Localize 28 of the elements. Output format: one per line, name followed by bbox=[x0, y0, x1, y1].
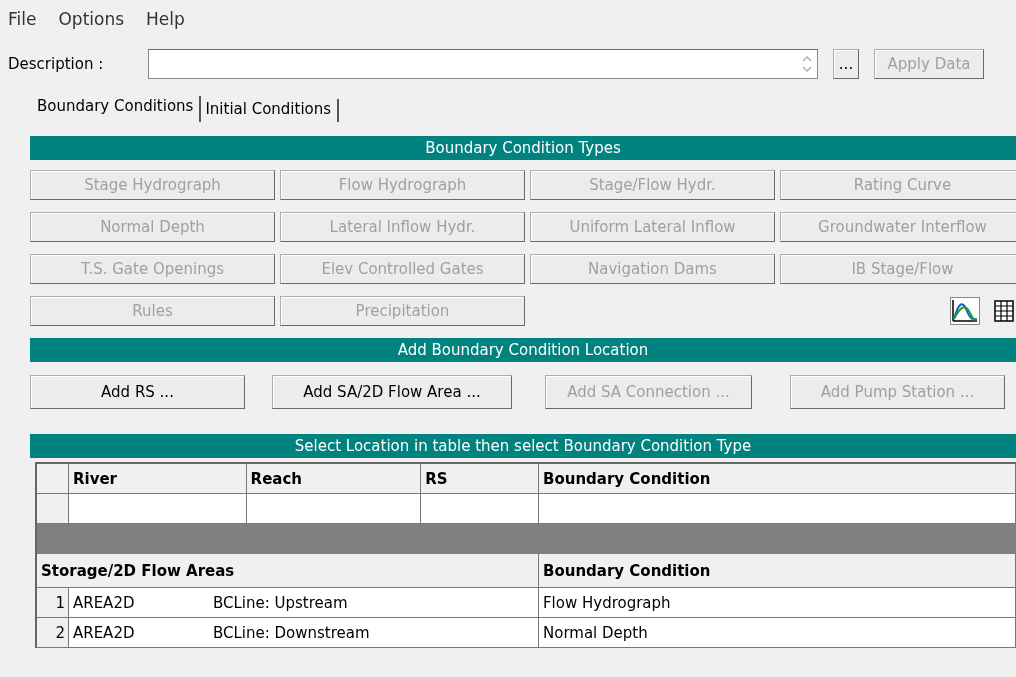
description-field[interactable] bbox=[148, 49, 818, 79]
add-location-button[interactable]: Add SA/2D Flow Area ... bbox=[272, 375, 512, 409]
table-cell[interactable]: Normal Depth bbox=[539, 618, 1016, 648]
row-number: 1 bbox=[37, 588, 69, 618]
menu-item[interactable]: File bbox=[8, 7, 37, 33]
section-header: Add Boundary Condition Location bbox=[30, 338, 1016, 362]
add-location-button[interactable]: Add RS ... bbox=[30, 375, 245, 409]
table-cell[interactable]: Flow Hydrograph bbox=[539, 588, 1016, 618]
corner-cell bbox=[37, 464, 69, 494]
table-cell-text: BCLine: Upstream bbox=[212, 593, 348, 614]
tab[interactable]: Boundary Conditions bbox=[33, 96, 202, 122]
menu-item[interactable]: Help bbox=[146, 7, 185, 33]
table-cell-text: BCLine: Downstream bbox=[212, 623, 370, 644]
table-cell[interactable] bbox=[421, 494, 539, 524]
description-label: Description : bbox=[8, 53, 105, 75]
table-cell-text: AREA2D bbox=[72, 593, 136, 614]
row-number: 2 bbox=[37, 618, 69, 648]
table-title: Select Location in table then select Boundary Condition Type bbox=[30, 434, 1016, 458]
table-icon[interactable] bbox=[994, 300, 1014, 322]
section-header: Boundary Condition Types bbox=[30, 136, 1016, 160]
ellipsis-button[interactable]: ... bbox=[833, 49, 859, 79]
tab[interactable]: Initial Conditions bbox=[201, 99, 340, 122]
table-cell[interactable] bbox=[68, 494, 247, 524]
plot-icon[interactable] bbox=[950, 297, 980, 325]
table-cell[interactable] bbox=[246, 494, 422, 524]
menu-item[interactable]: Options bbox=[58, 7, 125, 33]
table-cell[interactable] bbox=[539, 494, 1016, 524]
table-cell-text: AREA2D bbox=[72, 623, 136, 644]
